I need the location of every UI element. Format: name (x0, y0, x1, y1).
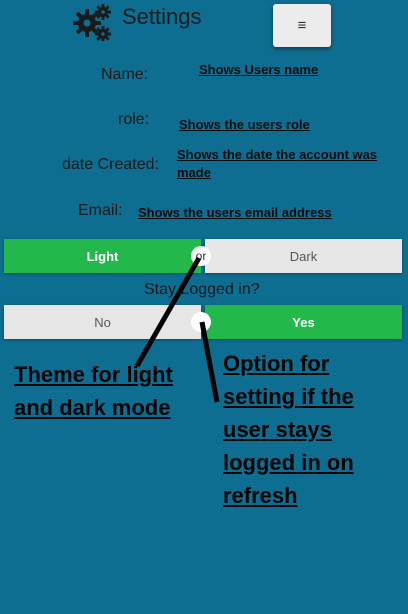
stay-logged-annotation: Option for setting if the user stays log… (223, 351, 354, 508)
stay-logged-arrow-line (199, 321, 220, 403)
theme-arrow-line (134, 256, 202, 368)
theme-annotation: Theme for light and dark mode (14, 362, 173, 420)
annotation-arrows (134, 256, 220, 403)
